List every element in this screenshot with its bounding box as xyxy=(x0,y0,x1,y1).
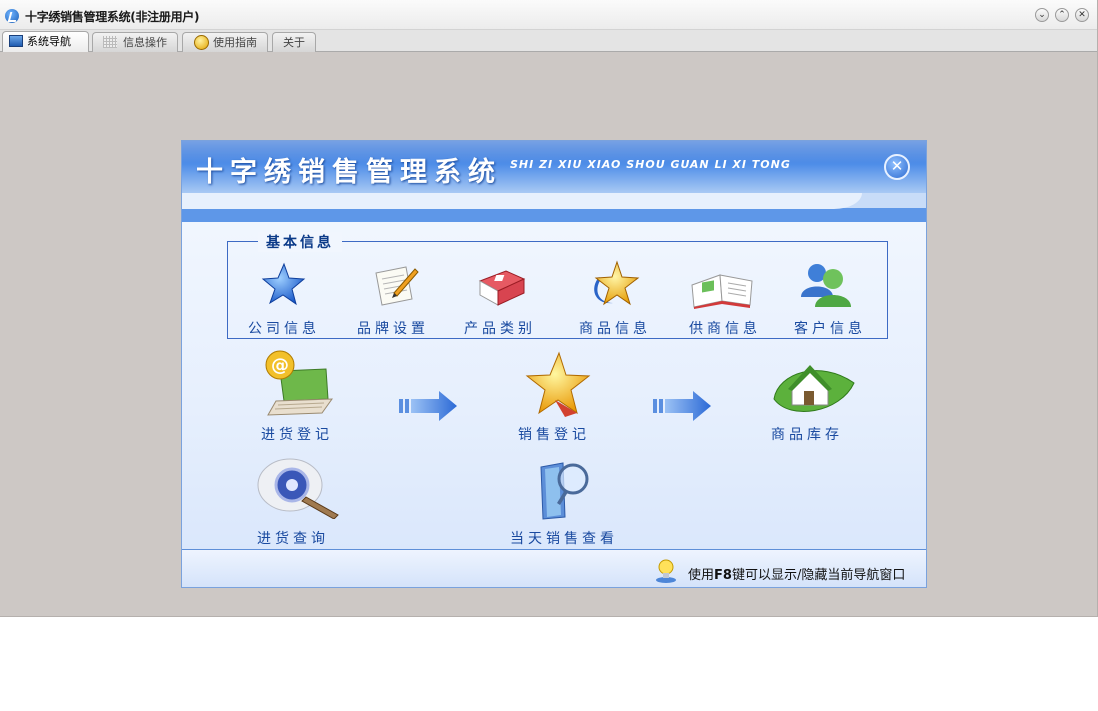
panel-subtitle: SHI ZI XIU XIAO SHOU GUAN LI XI TONG xyxy=(510,158,791,171)
red-book-icon xyxy=(478,270,526,306)
notepad-pen-icon xyxy=(375,266,419,306)
tip-key: F8 xyxy=(714,568,732,583)
goods-inventory-button[interactable] xyxy=(770,355,856,419)
goods-inventory-label[interactable]: 商品库存 xyxy=(771,424,843,444)
supplier-info-label[interactable]: 供商信息 xyxy=(689,318,761,338)
blue-star-icon xyxy=(261,262,306,306)
navigation-panel: 十字绣销售管理系统 SHI ZI XIU XIAO SHOU GUAN LI X… xyxy=(181,140,927,588)
brand-settings-button[interactable] xyxy=(372,263,420,307)
company-info-label[interactable]: 公司信息 xyxy=(248,318,320,338)
basic-info-group xyxy=(227,241,888,339)
help-icon xyxy=(194,35,209,50)
sales-register-label[interactable]: 销售登记 xyxy=(518,424,590,444)
laptop-at-icon: @ xyxy=(265,350,333,416)
supplier-info-button[interactable] xyxy=(688,267,756,309)
tab-user-guide[interactable]: 使用指南 xyxy=(182,32,268,52)
monitor-icon xyxy=(9,35,23,47)
gold-star-icon xyxy=(525,351,591,417)
arrow-right-icon xyxy=(399,391,457,421)
tab-info-operations[interactable]: 信息操作 xyxy=(92,32,178,52)
panel-banner: 十字绣销售管理系统 SHI ZI XIU XIAO SHOU GUAN LI X… xyxy=(182,141,926,193)
brand-settings-label[interactable]: 品牌设置 xyxy=(357,318,429,338)
f8-tip: 使用F8键可以显示/隐藏当前导航窗口 xyxy=(688,564,905,583)
panel-close-button[interactable]: ✕ xyxy=(884,154,910,180)
today-sales-button[interactable] xyxy=(535,459,593,521)
banner-stripe-dark xyxy=(182,208,926,222)
house-leaf-icon xyxy=(773,365,855,412)
panel-title: 十字绣销售管理系统 xyxy=(196,157,502,188)
tab-bar: 系统导航 信息操作 使用指南 关于 xyxy=(0,30,1097,52)
purchase-query-button[interactable] xyxy=(254,457,344,520)
tab-system-navigation[interactable]: 系统导航 xyxy=(2,31,89,52)
minimize-button[interactable]: ⌄ xyxy=(1035,8,1049,22)
svg-text:@: @ xyxy=(271,355,289,376)
banner-curve xyxy=(182,193,862,209)
window-title: 十字绣销售管理系统(非注册用户) xyxy=(25,10,200,24)
panel-footer: 使用F8键可以显示/隐藏当前导航窗口 xyxy=(182,550,926,587)
goods-info-label[interactable]: 商品信息 xyxy=(579,318,651,338)
tab-label: 使用指南 xyxy=(213,36,257,49)
magnifier-disc-icon xyxy=(257,458,339,520)
purchase-register-label[interactable]: 进货登记 xyxy=(261,424,333,444)
gold-star-swirl-icon xyxy=(594,260,640,306)
purchase-query-label[interactable]: 进货查询 xyxy=(257,528,329,548)
tab-label: 系统导航 xyxy=(27,35,71,48)
lightbulb-icon xyxy=(656,559,676,583)
product-category-button[interactable] xyxy=(476,265,528,309)
tab-label: 关于 xyxy=(283,36,305,49)
title-bar: 十字绣销售管理系统(非注册用户) ⌄ ⌃ ✕ xyxy=(0,0,1097,30)
today-sales-label[interactable]: 当天销售查看 xyxy=(510,528,618,548)
open-book-icon xyxy=(691,274,753,309)
sales-register-button[interactable] xyxy=(525,351,591,419)
users-icon xyxy=(801,264,851,307)
tip-prefix: 使用 xyxy=(688,568,715,583)
customer-info-label[interactable]: 客户信息 xyxy=(794,318,866,338)
app-logo-icon xyxy=(5,9,19,23)
customer-info-button[interactable] xyxy=(798,261,854,309)
tip-suffix: 键可以显示/隐藏当前导航窗口 xyxy=(731,568,906,583)
binder-magnifier-icon xyxy=(540,462,589,520)
company-info-button[interactable] xyxy=(260,261,306,307)
tab-about[interactable]: 关于 xyxy=(272,32,316,52)
basic-info-legend: 基本信息 xyxy=(258,232,342,252)
grid-icon xyxy=(103,36,117,48)
app-window: 十字绣销售管理系统(非注册用户) ⌄ ⌃ ✕ 系统导航 信息操作 使用指南 关于… xyxy=(0,0,1098,617)
goods-info-button[interactable] xyxy=(587,259,645,309)
arrow-right-icon xyxy=(653,391,711,421)
product-category-label[interactable]: 产品类别 xyxy=(464,318,536,338)
close-window-button[interactable]: ✕ xyxy=(1075,8,1089,22)
tab-label: 信息操作 xyxy=(123,36,167,49)
purchase-register-button[interactable]: @ xyxy=(262,349,334,417)
maximize-button[interactable]: ⌃ xyxy=(1055,8,1069,22)
